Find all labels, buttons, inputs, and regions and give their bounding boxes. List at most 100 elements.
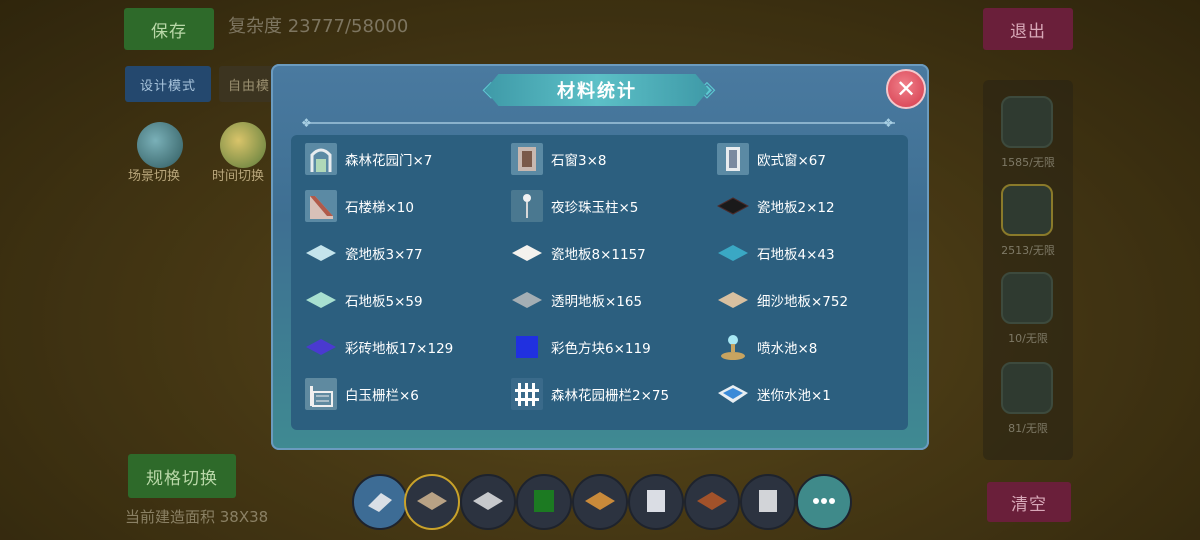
color-tile-floor-icon	[305, 331, 337, 363]
time-switch-label: 时间切换	[212, 169, 265, 184]
material-item: 透明地板×165	[511, 282, 711, 318]
stone-stairs-icon	[305, 190, 337, 222]
stone-window-icon	[511, 143, 543, 175]
toolbar-slot-white-tile[interactable]	[460, 474, 516, 530]
material-item: 夜珍珠玉柱×5	[511, 188, 711, 224]
garden-gate-icon	[305, 143, 337, 175]
build-area-label: 当前建造面积 38X38	[125, 508, 269, 526]
exit-button[interactable]: 退出	[983, 8, 1073, 50]
fountain-icon	[717, 331, 749, 363]
material-item: 彩色方块6×119	[511, 329, 711, 365]
sand-floor-icon	[717, 284, 749, 316]
brown-tile-icon	[697, 492, 727, 510]
material-label: 细沙地板×752	[757, 294, 849, 310]
part-slot-window[interactable]	[1001, 272, 1053, 324]
material-item: 迷你水池×1	[717, 376, 917, 412]
material-label: 彩砖地板17×129	[345, 341, 454, 357]
title-divider	[305, 122, 895, 124]
garden-fence-icon	[511, 378, 543, 410]
pearl-pillar-icon	[511, 190, 543, 222]
material-item: 细沙地板×752	[717, 282, 917, 318]
material-label: 瓷地板2×12	[757, 200, 835, 216]
material-label: 石地板5×59	[345, 294, 423, 310]
material-label: 瓷地板3×77	[345, 247, 423, 263]
toolbar-slot-brown-tile[interactable]	[684, 474, 740, 530]
material-label: 森林花园门×7	[345, 153, 433, 169]
ceramic-floor-white-icon	[511, 237, 543, 269]
material-item: 森林花园栅栏2×75	[511, 376, 711, 412]
design-mode-button[interactable]: 设计模式	[125, 66, 211, 102]
save-button[interactable]: 保存	[124, 8, 214, 50]
orange-tile-icon	[585, 492, 615, 510]
material-label: 石楼梯×10	[345, 200, 414, 216]
material-label: 夜珍珠玉柱×5	[551, 200, 639, 216]
material-list: 森林花园门×7 石窗3×8 欧式窗×67 石楼梯×10 夜珍珠玉柱×5 瓷地板2…	[291, 135, 908, 430]
eraser-icon	[368, 493, 392, 512]
eraser-tool-button[interactable]	[352, 474, 408, 530]
part-slot-stairs[interactable]	[1001, 362, 1053, 414]
material-label: 欧式窗×67	[757, 153, 826, 169]
material-item: 石楼梯×10	[305, 188, 505, 224]
material-label: 透明地板×165	[551, 294, 643, 310]
material-item: 白玉栅栏×6	[305, 376, 505, 412]
material-item: 石窗3×8	[511, 141, 711, 177]
more-options-button[interactable]	[796, 474, 852, 530]
complexity-counter: 复杂度 23777/58000	[228, 16, 409, 37]
part-slot-brick[interactable]	[1001, 184, 1053, 236]
ceramic-floor-light-icon	[305, 237, 337, 269]
material-label: 瓷地板8×1157	[551, 247, 646, 263]
material-label: 喷水池×8	[757, 341, 818, 357]
color-cube-icon	[511, 331, 543, 363]
clear-button[interactable]: 清空	[987, 482, 1071, 522]
material-label: 森林花园栅栏2×75	[551, 388, 670, 404]
part-count: 1585/无限	[1001, 156, 1055, 169]
material-item: 瓷地板8×1157	[511, 235, 711, 271]
mini-pool-icon	[717, 378, 749, 410]
material-stats-dialog: ◈ ◈ 材料统计 ✕ ❖ ❖ 森林花园门×7 石窗3×8 欧式窗×67	[271, 64, 929, 450]
toolbar-slot-gray-cube[interactable]	[740, 474, 796, 530]
jade-fence-icon	[305, 378, 337, 410]
european-window-icon	[717, 143, 749, 175]
material-label: 石窗3×8	[551, 153, 607, 169]
divider-ornament-icon: ❖	[883, 116, 894, 130]
toolbar-slot-orange-tile[interactable]	[572, 474, 628, 530]
part-count: 81/无限	[1008, 422, 1048, 435]
spec-switch-button[interactable]: 规格切换	[128, 454, 236, 498]
divider-ornament-icon: ❖	[301, 116, 312, 130]
close-icon: ✕	[895, 75, 917, 103]
free-mode-button[interactable]: 自由模	[219, 66, 279, 102]
building-parts-panel: 1585/无限 2513/无限 10/无限 81/无限	[983, 80, 1073, 460]
material-label: 石地板4×43	[757, 247, 835, 263]
material-item: 瓷地板2×12	[717, 188, 917, 224]
material-item: 石地板5×59	[305, 282, 505, 318]
material-item: 欧式窗×67	[717, 141, 917, 177]
sand-tile-icon	[417, 492, 447, 510]
green-cube-icon	[534, 490, 554, 512]
material-label: 彩色方块6×119	[551, 341, 651, 357]
part-count: 10/无限	[1008, 332, 1048, 345]
ceramic-floor-dark-icon	[717, 190, 749, 222]
stone-floor-mint-icon	[305, 284, 337, 316]
material-item: 森林花园门×7	[305, 141, 505, 177]
material-item: 石地板4×43	[717, 235, 917, 271]
transparent-floor-icon	[511, 284, 543, 316]
toolbar-slot-sand-tile[interactable]	[404, 474, 460, 530]
scene-switch-icon[interactable]	[137, 122, 183, 168]
part-count: 2513/无限	[1001, 244, 1055, 257]
material-label: 白玉栅栏×6	[345, 388, 419, 404]
more-icon	[813, 498, 835, 504]
gray-cube-icon	[759, 490, 777, 512]
material-item: 喷水池×8	[717, 329, 917, 365]
material-item: 瓷地板3×77	[305, 235, 505, 271]
toolbar-slot-white-cube[interactable]	[628, 474, 684, 530]
close-button[interactable]: ✕	[886, 69, 926, 109]
time-switch-icon[interactable]	[220, 122, 266, 168]
dialog-title: 材料统计	[485, 74, 709, 106]
part-slot-wall[interactable]	[1001, 96, 1053, 148]
material-label: 迷你水池×1	[757, 388, 831, 404]
white-tile-icon	[473, 492, 503, 510]
scene-switch-label: 场景切换	[128, 169, 181, 184]
toolbar-slot-green-cube[interactable]	[516, 474, 572, 530]
material-item: 彩砖地板17×129	[305, 329, 505, 365]
white-cube-icon	[647, 490, 665, 512]
